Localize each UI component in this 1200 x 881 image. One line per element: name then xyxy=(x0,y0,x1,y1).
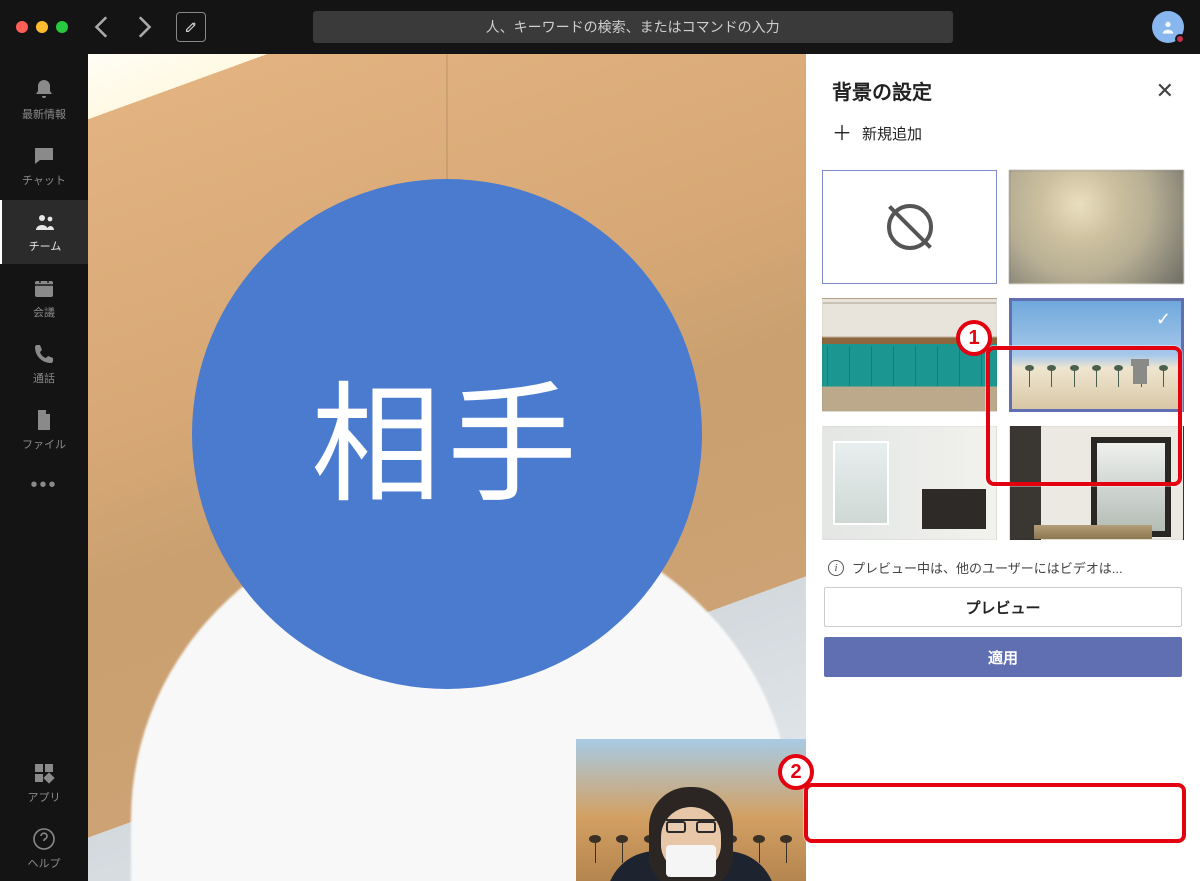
search-placeholder: 人、キーワードの検索、またはコマンドの入力 xyxy=(486,17,780,37)
search-input[interactable]: 人、キーワードの検索、またはコマンドの入力 xyxy=(313,11,953,43)
rail-label: 会議 xyxy=(33,304,55,320)
background-settings-panel: 背景の設定 ✕ ＋ 新規追加 ✓ xyxy=(806,54,1200,881)
close-panel-button[interactable]: ✕ xyxy=(1156,78,1174,104)
background-option-beach-selected[interactable]: ✓ xyxy=(1009,298,1184,412)
panel-title: 背景の設定 xyxy=(832,76,932,105)
rail-label: 通話 xyxy=(33,370,55,386)
file-icon xyxy=(32,408,56,432)
add-background-button[interactable]: ＋ 新規追加 xyxy=(806,105,1200,158)
rail-activity[interactable]: 最新情報 xyxy=(0,68,88,132)
remote-video: 相手 xyxy=(88,54,806,881)
profile-avatar[interactable] xyxy=(1152,11,1184,43)
rail-label: ファイル xyxy=(22,436,66,452)
help-icon xyxy=(32,827,56,851)
presence-indicator xyxy=(1175,34,1185,44)
mask-icon xyxy=(666,845,716,877)
rail-teams[interactable]: チーム xyxy=(0,200,88,264)
plus-icon: ＋ xyxy=(832,124,852,144)
check-icon: ✓ xyxy=(1156,309,1171,330)
background-option-room-b[interactable] xyxy=(1009,426,1184,540)
background-grid: ✓ xyxy=(806,158,1200,540)
compose-icon xyxy=(184,20,198,34)
add-new-label: 新規追加 xyxy=(862,123,922,144)
preview-button-label: プレビュー xyxy=(965,597,1040,618)
app-rail: 最新情報 チャット チーム 会議 通話 ファイル ••• アプリ xyxy=(0,54,88,881)
remote-placeholder-label: 相手 xyxy=(311,340,583,528)
remote-placeholder: 相手 xyxy=(192,179,702,689)
preview-info-text: プレビュー中は、他のユーザーにはビデオは... xyxy=(852,558,1123,577)
background-option-none[interactable] xyxy=(822,170,997,284)
rail-calls[interactable]: 通話 xyxy=(0,332,88,396)
prohibit-icon xyxy=(887,204,933,250)
self-head xyxy=(649,787,733,881)
chat-icon xyxy=(32,144,56,168)
self-video-preview[interactable] xyxy=(576,739,806,881)
lifeguard-tower xyxy=(1133,366,1147,384)
rail-help[interactable]: ヘルプ xyxy=(0,817,88,881)
beach-palms xyxy=(1018,369,1175,387)
chevron-left-icon xyxy=(90,14,116,40)
rail-label: アプリ xyxy=(28,789,61,805)
rail-chat[interactable]: チャット xyxy=(0,134,88,198)
close-window-icon[interactable] xyxy=(16,21,28,33)
apps-icon xyxy=(32,761,56,785)
preview-button[interactable]: プレビュー xyxy=(824,587,1182,627)
zoom-window-icon[interactable] xyxy=(56,21,68,33)
rail-apps[interactable]: アプリ xyxy=(0,751,88,815)
teams-icon xyxy=(33,210,57,234)
compose-button[interactable] xyxy=(176,12,206,42)
rail-more[interactable]: ••• xyxy=(30,464,57,515)
background-option-blur[interactable] xyxy=(1009,170,1184,284)
preview-info: i プレビュー中は、他のユーザーにはビデオは... xyxy=(806,540,1200,587)
glasses-icon xyxy=(666,819,716,833)
calendar-icon xyxy=(32,276,56,300)
background-option-room-a[interactable] xyxy=(822,426,997,540)
bell-icon xyxy=(32,78,56,102)
window-controls xyxy=(16,21,68,33)
chevron-right-icon xyxy=(130,14,156,40)
titlebar: 人、キーワードの検索、またはコマンドの入力 xyxy=(0,0,1200,54)
background-option-office[interactable] xyxy=(822,298,997,412)
main-content: 相手 背景の設定 ✕ ＋ 新規追加 xyxy=(88,54,1200,881)
rail-files[interactable]: ファイル xyxy=(0,398,88,462)
rail-label: ヘルプ xyxy=(28,855,61,871)
phone-icon xyxy=(32,342,56,366)
person-icon xyxy=(1160,19,1176,35)
rail-label: チーム xyxy=(29,238,62,254)
rail-label: チャット xyxy=(22,172,66,188)
apply-button-label: 適用 xyxy=(988,647,1018,668)
info-icon: i xyxy=(828,560,844,576)
apply-button[interactable]: 適用 xyxy=(824,637,1182,677)
rail-calendar[interactable]: 会議 xyxy=(0,266,88,330)
rail-label: 最新情報 xyxy=(22,106,66,122)
nav-forward-button[interactable] xyxy=(130,14,156,40)
minimize-window-icon[interactable] xyxy=(36,21,48,33)
nav-back-button[interactable] xyxy=(90,14,116,40)
